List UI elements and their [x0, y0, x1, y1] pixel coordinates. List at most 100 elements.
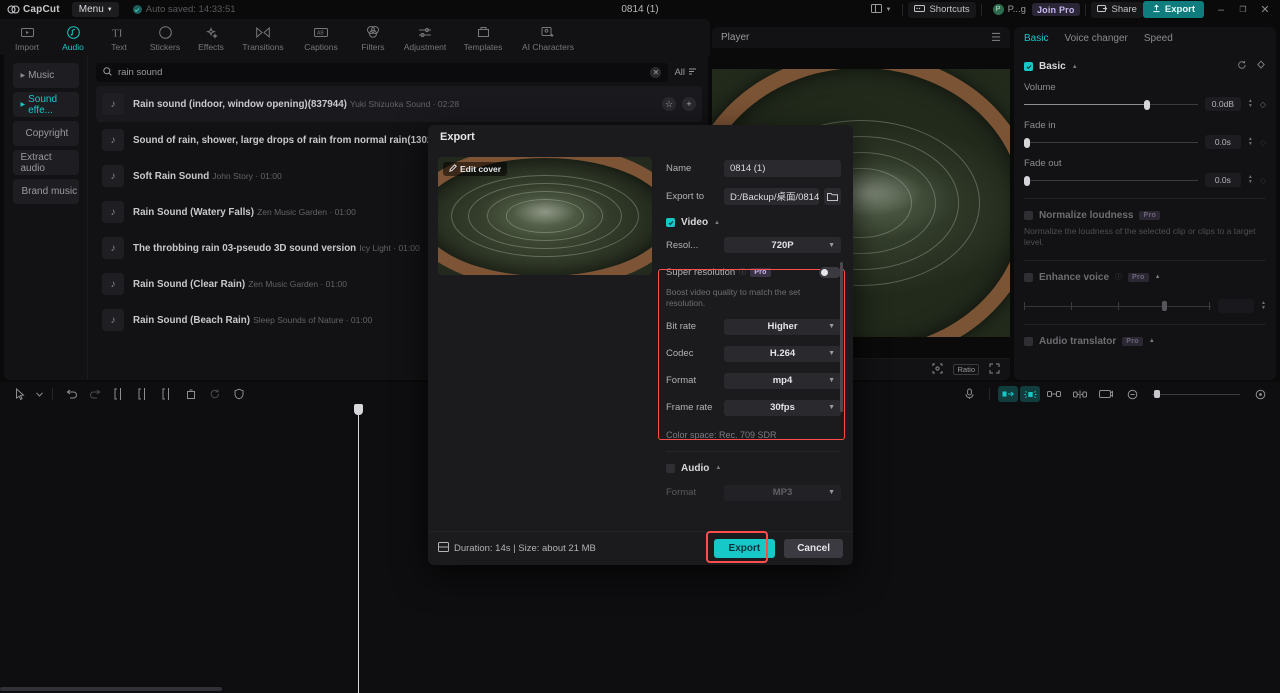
normalize-checkbox[interactable]: [1024, 211, 1033, 220]
filter-all-button[interactable]: All: [674, 67, 700, 79]
unlink-icon[interactable]: [1068, 384, 1092, 404]
keyframe-icon[interactable]: [1256, 60, 1266, 73]
mirror-icon[interactable]: [998, 386, 1018, 402]
reset-icon[interactable]: [1237, 60, 1247, 73]
enhance-voice-slider[interactable]: ▲ ▼: [1024, 298, 1266, 313]
tab-captions[interactable]: AB Captions: [292, 23, 350, 52]
keyframe-icon[interactable]: ◇: [1260, 176, 1266, 185]
chevron-down-icon[interactable]: [32, 384, 46, 404]
chevron-up-icon[interactable]: ▲: [714, 220, 720, 226]
framerate-select[interactable]: 30fps ▼: [724, 399, 841, 416]
fade-in-slider[interactable]: [1024, 137, 1198, 148]
export-to-input[interactable]: D:/Backup/桌面/0814...: [724, 187, 819, 205]
tab-speed[interactable]: Speed: [1144, 33, 1173, 44]
fade-out-stepper[interactable]: ▲ ▼: [1248, 175, 1253, 185]
split-icon[interactable]: [107, 384, 131, 404]
slider-knob[interactable]: [1024, 175, 1030, 186]
auto-beat-icon[interactable]: [1020, 386, 1040, 402]
enhance-voice-stepper[interactable]: ▲ ▼: [1261, 300, 1266, 311]
export-top-button[interactable]: Export: [1142, 1, 1204, 18]
volume-slider[interactable]: [1024, 99, 1198, 110]
folder-icon[interactable]: [824, 187, 841, 205]
resolution-select[interactable]: 720P ▼: [724, 237, 841, 253]
fade-out-value[interactable]: 0.0s: [1204, 173, 1241, 187]
maximize-button[interactable]: ❐: [1232, 0, 1254, 19]
super-resolution-toggle[interactable]: [819, 266, 841, 278]
search-input[interactable]: rain sound ✕: [96, 63, 669, 82]
edit-cover-button[interactable]: Edit cover: [443, 162, 508, 176]
audio-translator-checkbox[interactable]: [1024, 336, 1033, 346]
keyframe-icon[interactable]: ◇: [1260, 138, 1266, 147]
chevron-up-icon[interactable]: ▲: [1155, 274, 1161, 280]
fullscreen-icon[interactable]: [989, 363, 1000, 377]
trim-right-icon[interactable]: [155, 384, 179, 404]
tab-ai-characters[interactable]: AI Characters: [512, 23, 584, 52]
tab-stickers[interactable]: Stickers: [142, 23, 188, 52]
clear-icon[interactable]: ✕: [650, 67, 662, 78]
tab-text[interactable]: TI Text: [96, 23, 142, 52]
horizontal-scrollbar[interactable]: [0, 687, 222, 691]
info-icon[interactable]: ⓘ: [1115, 272, 1122, 282]
cursor-icon[interactable]: [8, 384, 32, 404]
preview-icon[interactable]: [1094, 384, 1118, 404]
account-button[interactable]: P P...g: [987, 2, 1032, 17]
video-checkbox[interactable]: [666, 218, 675, 227]
sidebar-item-copyright[interactable]: Copyright: [12, 121, 79, 146]
slider-knob[interactable]: [1162, 300, 1168, 311]
sidebar-item-sound-effects[interactable]: ▶ Sound effe...: [12, 92, 79, 117]
sidebar-item-brand-music[interactable]: Brand music: [12, 179, 79, 204]
playhead[interactable]: [354, 404, 363, 693]
mask-icon[interactable]: [227, 384, 251, 404]
fade-out-slider[interactable]: [1024, 175, 1198, 186]
zoom-fit-icon[interactable]: [1248, 384, 1272, 404]
undo-icon[interactable]: [59, 384, 83, 404]
tab-filters[interactable]: Filters: [350, 23, 396, 52]
enhance-voice-checkbox[interactable]: [1024, 272, 1033, 282]
trim-left-icon[interactable]: [131, 384, 155, 404]
link-icon[interactable]: [1042, 384, 1066, 404]
audio-format-select[interactable]: MP3 ▼: [724, 484, 841, 501]
tab-basic[interactable]: Basic: [1024, 33, 1048, 44]
chevron-up-icon[interactable]: ▲: [1072, 64, 1078, 70]
crop-icon[interactable]: [932, 363, 943, 377]
list-item[interactable]: ♪ Rain sound (indoor, window opening)(83…: [96, 86, 702, 122]
keyframe-icon[interactable]: ◇: [1260, 100, 1266, 109]
volume-stepper[interactable]: ▲ ▼: [1248, 99, 1253, 109]
tab-transitions[interactable]: Transitions: [234, 23, 292, 52]
tab-audio[interactable]: Audio: [50, 23, 96, 52]
enhance-voice-value[interactable]: [1218, 298, 1255, 313]
playhead-handle[interactable]: [354, 404, 363, 415]
sidebar-item-music[interactable]: ▶ Music: [12, 63, 79, 88]
bitrate-select[interactable]: Higher ▼: [724, 318, 841, 335]
tab-effects[interactable]: Effects: [188, 23, 234, 52]
zoom-out-icon[interactable]: [1120, 384, 1144, 404]
audio-checkbox[interactable]: [666, 463, 675, 473]
share-button[interactable]: Share: [1090, 1, 1143, 18]
format-select[interactable]: mp4 ▼: [724, 372, 841, 389]
cancel-button[interactable]: Cancel: [784, 539, 843, 558]
menu-button[interactable]: Menu ▼: [71, 2, 119, 17]
export-button[interactable]: Export: [713, 539, 776, 558]
minimize-button[interactable]: –: [1210, 0, 1232, 19]
tab-adjustment[interactable]: Adjustment: [396, 23, 454, 52]
shortcuts-button[interactable]: Shortcuts: [908, 1, 976, 18]
mic-icon[interactable]: [957, 384, 981, 404]
fade-in-stepper[interactable]: ▲ ▼: [1248, 137, 1253, 147]
slider-knob[interactable]: [1143, 99, 1150, 110]
chevron-up-icon[interactable]: ▲: [1149, 338, 1155, 344]
close-button[interactable]: ✕: [1254, 0, 1276, 19]
chevron-up-icon[interactable]: ▲: [715, 465, 721, 471]
delete-icon[interactable]: [179, 384, 203, 404]
codec-select[interactable]: H.264 ▼: [724, 345, 841, 362]
slider-knob[interactable]: [1024, 137, 1030, 148]
info-icon[interactable]: ⓘ: [739, 267, 746, 277]
tab-voice-changer[interactable]: Voice changer: [1064, 33, 1127, 44]
star-icon[interactable]: ☆: [662, 97, 676, 111]
name-input[interactable]: 0814 (1): [724, 159, 841, 177]
slider-knob[interactable]: [1154, 390, 1160, 398]
timeline-zoom-slider[interactable]: [1152, 389, 1240, 399]
sidebar-item-extract-audio[interactable]: Extract audio: [12, 150, 79, 175]
plus-icon[interactable]: +: [682, 97, 696, 111]
dialog-scrollbar[interactable]: [840, 262, 843, 412]
join-pro-button[interactable]: Join Pro: [1031, 3, 1080, 16]
